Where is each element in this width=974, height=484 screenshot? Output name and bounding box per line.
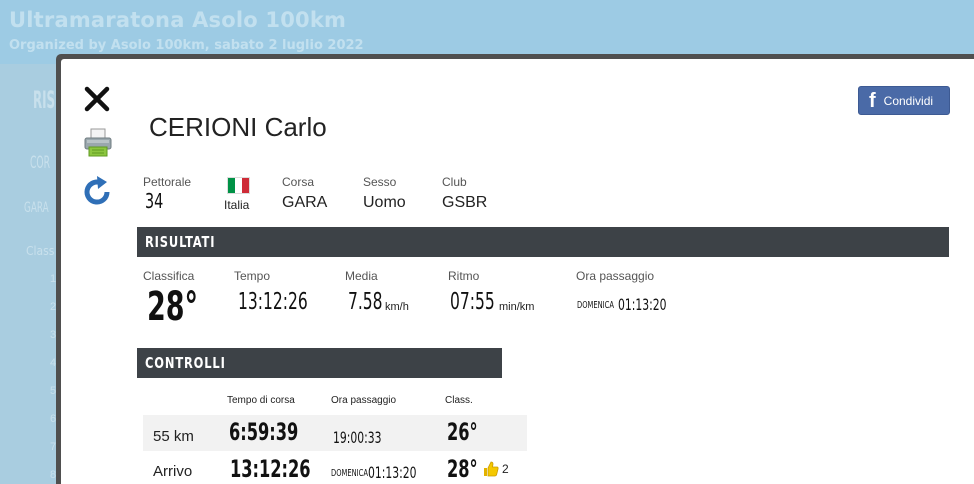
control-rank: 28°	[447, 455, 478, 483]
passage-label: Ora passaggio	[576, 269, 655, 283]
athlete-detail-modal: f Condividi CERIONI Carlo Pettorale 34 I…	[56, 54, 974, 484]
controls-title: CONTROLLI	[145, 354, 226, 372]
event-subtitle: Organized by Asolo 100km, sabato 2 lugli…	[9, 38, 364, 53]
control-name: 55 km	[153, 428, 194, 445]
background-fragment: GARA	[24, 200, 49, 216]
header-race-time: Tempo di corsa	[227, 395, 295, 406]
positions-gained: 2	[502, 462, 509, 476]
facebook-share-button[interactable]: f Condividi	[858, 86, 950, 115]
share-label: Condividi	[883, 93, 934, 108]
facebook-icon: f	[869, 89, 876, 112]
background-fragment: Class	[26, 244, 55, 258]
race-value: GARA	[282, 194, 328, 211]
results-section-header: RISULTATI	[137, 227, 949, 257]
club-value: GSBR	[442, 194, 488, 211]
control-race-time: 6:59:39	[229, 418, 299, 446]
control-race-time: 13:12:26	[230, 455, 311, 483]
control-rank: 26°	[447, 418, 478, 446]
control-passage: 01:13:20	[368, 463, 417, 482]
header-rank: Class.	[445, 395, 473, 406]
close-icon[interactable]	[83, 85, 111, 113]
control-passage-day: DOMENICA	[331, 468, 368, 479]
rank-label: Classifica	[143, 269, 195, 283]
passage-day: DOMENICA	[577, 300, 614, 311]
race-label: Corsa	[282, 175, 315, 189]
passage-time: 01:13:20	[618, 295, 667, 314]
refresh-icon[interactable]	[83, 174, 113, 206]
event-title: Ultramaratona Asolo 100km	[9, 8, 347, 32]
pace-label: Ritmo	[448, 269, 480, 283]
average-speed-unit: km/h	[385, 301, 409, 313]
background-fragment: RIS	[33, 86, 56, 114]
country: Italia	[224, 198, 250, 212]
pace-unit: min/km	[499, 301, 535, 313]
bib-number: 34	[145, 189, 164, 213]
bib-label: Pettorale	[143, 175, 192, 189]
average-speed: 7.58	[348, 289, 383, 315]
modal-content: f Condividi CERIONI Carlo Pettorale 34 I…	[61, 59, 974, 484]
time-label: Tempo	[234, 269, 271, 283]
sex-value: Uomo	[363, 194, 406, 211]
pace: 07:55	[450, 289, 495, 315]
background-fragment: COR	[30, 153, 51, 173]
thumbs-up-icon	[482, 460, 500, 478]
printer-icon[interactable]	[83, 127, 113, 159]
control-name: Arrivo	[153, 463, 193, 480]
results-title: RISULTATI	[145, 233, 216, 251]
finish-time: 13:12:26	[238, 289, 308, 315]
average-speed-label: Media	[345, 269, 378, 283]
club-label: Club	[442, 175, 467, 189]
control-passage: 19:00:33	[333, 428, 382, 447]
italy-flag-icon	[227, 177, 250, 194]
header-passage: Ora passaggio	[331, 395, 397, 406]
overall-rank: 28°	[147, 284, 199, 330]
controls-section-header: CONTROLLI	[137, 348, 502, 378]
athlete-name: CERIONI Carlo	[149, 112, 327, 142]
sex-label: Sesso	[363, 175, 397, 189]
